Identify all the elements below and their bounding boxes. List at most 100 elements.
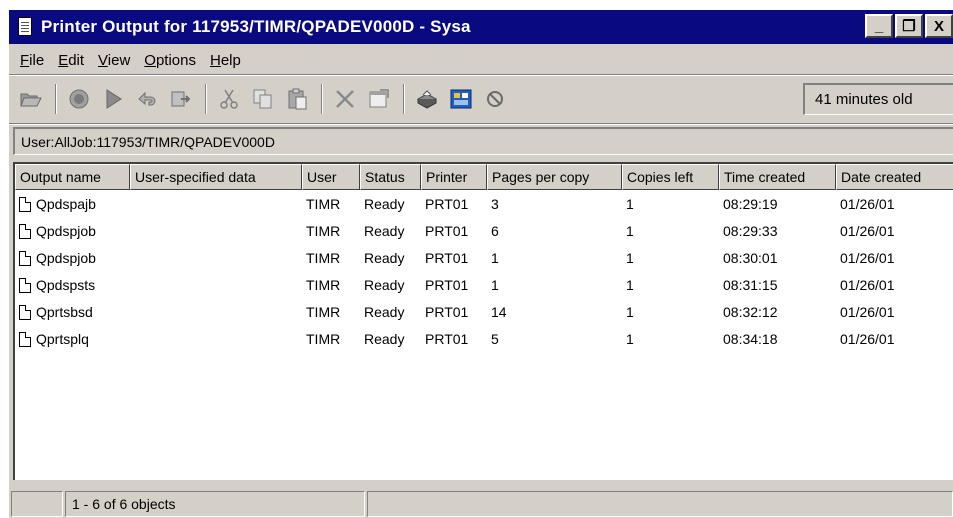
date-created-cell: 01/26/01 — [840, 249, 895, 266]
close-button[interactable]: X — [925, 14, 953, 38]
printer-output-window: Printer Output for 117953/TIMR/QPADEV000… — [7, 8, 953, 518]
date-created-cell: 01/26/01 — [840, 195, 895, 212]
user-cell: TIMR — [306, 249, 341, 266]
output-name-cell: Qprtsbsd — [15, 304, 130, 320]
menu-bar: File Edit View Options Help — [9, 46, 953, 74]
delete-icon[interactable] — [329, 83, 361, 115]
status-bar: 1 - 6 of 6 objects — [9, 488, 953, 518]
time-created-cell: 08:29:19 — [723, 195, 778, 212]
pages-cell: 1 — [491, 276, 499, 293]
toolbar-separator — [55, 84, 57, 114]
paste-icon[interactable] — [281, 83, 313, 115]
refresh-view-icon[interactable] — [445, 83, 477, 115]
copy-icon[interactable] — [247, 83, 279, 115]
pages-cell: 14 — [491, 303, 507, 320]
user-cell: TIMR — [306, 303, 341, 320]
copies-left-cell: 1 — [626, 195, 634, 212]
column-header-printer[interactable]: Printer — [421, 164, 487, 190]
release-icon[interactable] — [97, 83, 129, 115]
column-header-time-created[interactable]: Time created — [719, 164, 836, 190]
output-name-cell: Qprtsplq — [15, 331, 130, 347]
printer-cell: PRT01 — [425, 276, 469, 293]
table-row[interactable]: Qpdspjob TIMR Ready PRT01 6 1 08:29:33 0… — [15, 217, 953, 244]
open-icon[interactable] — [15, 83, 47, 115]
menu-options[interactable]: Options — [137, 52, 203, 69]
printer-cell: PRT01 — [425, 222, 469, 239]
user-cell: TIMR — [306, 222, 341, 239]
properties-icon[interactable] — [363, 83, 395, 115]
table-row[interactable]: Qprtsbsd TIMR Ready PRT01 14 1 08:32:12 … — [15, 298, 953, 325]
toolbar-separator-line — [9, 123, 953, 125]
column-header-status[interactable]: Status — [360, 164, 421, 190]
output-name-cell: Qpdspsts — [15, 277, 130, 293]
printer-icon[interactable] — [411, 83, 443, 115]
minimize-button[interactable]: _ — [865, 14, 893, 38]
status-cell: Ready — [364, 249, 405, 266]
table-row[interactable]: Qpdspsts TIMR Ready PRT01 1 1 08:31:15 0… — [15, 271, 953, 298]
spooled-file-icon — [19, 304, 31, 320]
job-label: Job: — [70, 133, 97, 150]
time-created-cell: 08:30:01 — [723, 249, 778, 266]
printer-cell: PRT01 — [425, 330, 469, 347]
toolbar: 41 minutes old — [9, 76, 953, 122]
menu-view[interactable]: View — [91, 52, 137, 69]
refresh-age-indicator: 41 minutes old — [803, 83, 953, 115]
pages-cell: 6 — [491, 222, 499, 239]
column-header-output-name[interactable]: Output name — [15, 164, 130, 190]
column-header-row: Output name User-specified data User Sta… — [15, 164, 953, 190]
job-value: 117953/TIMR/QPADEV000D — [96, 133, 275, 150]
title-bar[interactable]: Printer Output for 117953/TIMR/QPADEV000… — [9, 10, 953, 44]
user-cell: TIMR — [306, 195, 341, 212]
stop-icon[interactable] — [479, 83, 511, 115]
pages-cell: 1 — [491, 249, 499, 266]
date-created-cell: 01/26/01 — [840, 222, 895, 239]
menu-help[interactable]: Help — [203, 52, 248, 69]
user-cell: TIMR — [306, 330, 341, 347]
cut-icon[interactable] — [213, 83, 245, 115]
user-value: All — [54, 133, 71, 150]
table-row[interactable]: Qpdspjob TIMR Ready PRT01 1 1 08:30:01 0… — [15, 244, 953, 271]
column-header-pages-per-copy[interactable]: Pages per copy — [487, 164, 622, 190]
status-cell: Ready — [364, 303, 405, 320]
output-name-cell: Qpdspajb — [15, 196, 130, 212]
spooled-file-icon — [19, 223, 31, 239]
time-created-cell: 08:31:15 — [723, 276, 778, 293]
object-count: 1 - 6 of 6 objects — [65, 491, 365, 517]
spooled-file-icon — [19, 331, 31, 347]
time-created-cell: 08:34:18 — [723, 330, 778, 347]
menu-edit[interactable]: Edit — [51, 52, 91, 69]
status-cell: Ready — [364, 222, 405, 239]
copies-left-cell: 1 — [626, 276, 634, 293]
hold-icon[interactable] — [63, 83, 95, 115]
table-row[interactable]: Qprtsplq TIMR Ready PRT01 5 1 08:34:18 0… — [15, 325, 953, 352]
status-panel-blank — [11, 491, 63, 517]
restore-button[interactable]: ❐ — [895, 14, 923, 38]
pages-cell: 3 — [491, 195, 499, 212]
spooled-file-icon — [19, 277, 31, 293]
column-header-date-created[interactable]: Date created — [836, 164, 953, 190]
copies-left-cell: 1 — [626, 222, 634, 239]
toolbar-separator — [403, 84, 405, 114]
column-header-user-specified-data[interactable]: User-specified data — [130, 164, 302, 190]
pages-cell: 5 — [491, 330, 499, 347]
status-panel-message — [367, 491, 953, 517]
output-name-cell: Qpdspjob — [15, 250, 130, 266]
copies-left-cell: 1 — [626, 303, 634, 320]
output-name-cell: Qpdspjob — [15, 223, 130, 239]
context-info-bar: User: All Job: 117953/TIMR/QPADEV000D — [13, 127, 953, 155]
output-list[interactable]: Output name User-specified data User Sta… — [13, 162, 953, 480]
date-created-cell: 01/26/01 — [840, 303, 895, 320]
status-cell: Ready — [364, 195, 405, 212]
copies-left-cell: 1 — [626, 249, 634, 266]
toolbar-separator — [321, 84, 323, 114]
table-row[interactable]: Qpdspajb TIMR Ready PRT01 3 1 08:29:19 0… — [15, 190, 953, 217]
column-header-copies-left[interactable]: Copies left — [622, 164, 719, 190]
reply-icon[interactable] — [131, 83, 163, 115]
date-created-cell: 01/26/01 — [840, 330, 895, 347]
move-icon[interactable] — [165, 83, 197, 115]
column-header-user[interactable]: User — [302, 164, 360, 190]
printer-cell: PRT01 — [425, 249, 469, 266]
copies-left-cell: 1 — [626, 330, 634, 347]
printer-cell: PRT01 — [425, 195, 469, 212]
menu-file[interactable]: File — [13, 52, 51, 69]
